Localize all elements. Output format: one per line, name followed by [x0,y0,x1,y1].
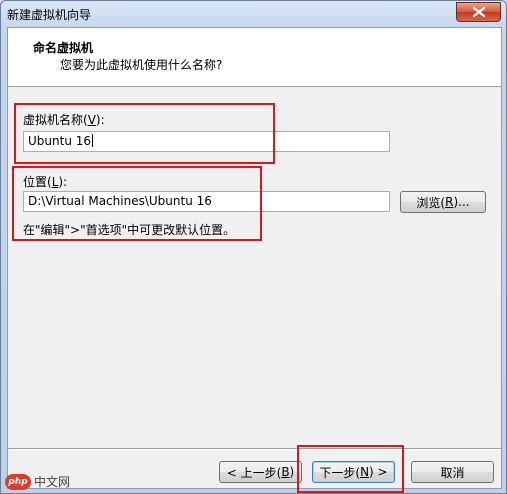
wizard-client-area: 命名虚拟机 您要为此虚拟机使用什么名称? 虚拟机名称(V): Ubuntu 16… [7,27,502,489]
title-bar: 新建虚拟机向导 [1,1,506,27]
location-input[interactable]: D:\Virtual Machines\Ubuntu 16 [23,191,390,212]
close-icon [472,7,485,17]
wizard-header: 命名虚拟机 您要为此虚拟机使用什么名称? [8,28,501,87]
page-subtitle: 您要为此虚拟机使用什么名称? [60,58,223,72]
watermark-logo: php [5,473,31,490]
back-button[interactable]: < 上一步(B) [219,461,302,483]
vm-name-input[interactable]: Ubuntu 16 [23,131,390,152]
location-label: 位置(L): [23,175,68,189]
footer-divider [8,448,501,450]
window-title: 新建虚拟机向导 [7,8,92,22]
vm-name-label: 虚拟机名称(V): [23,113,105,127]
next-button[interactable]: 下一步(N) > [312,461,395,483]
page-title: 命名虚拟机 [33,41,94,55]
location-hint: 在"编辑">"首选项"中可更改默认位置。 [23,223,236,237]
watermark: php 中文网 [5,473,70,490]
text-caret [92,134,94,147]
watermark-text: 中文网 [34,475,71,489]
browse-button[interactable]: 浏览(R)... [400,191,486,213]
close-button[interactable] [456,2,501,22]
cancel-button[interactable]: 取消 [411,461,494,483]
wizard-window: 新建虚拟机向导 命名虚拟机 您要为此虚拟机使用什么名称? 虚拟机名称(V): U… [0,0,507,494]
